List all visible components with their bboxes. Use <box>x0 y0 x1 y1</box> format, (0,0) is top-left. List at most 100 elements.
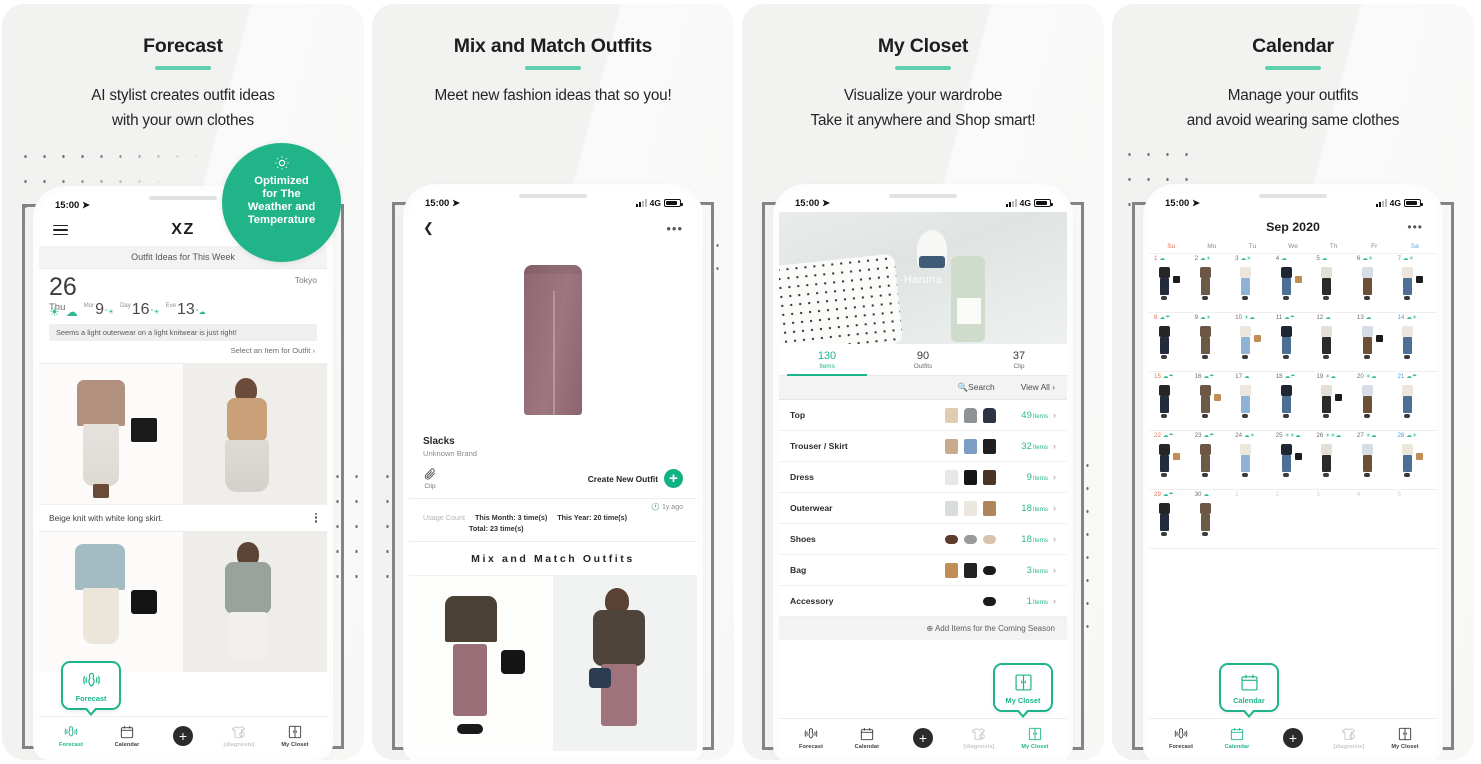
tab-diagnosis[interactable]: [diagnosis] <box>213 724 265 748</box>
calendar-day-cell[interactable]: 5 ☁ <box>1313 255 1354 262</box>
calendar-day-cell[interactable]: 18 ☁☂ <box>1273 373 1314 380</box>
select-item-link[interactable]: Select an Item for Outfit › <box>49 341 317 361</box>
calendar-day-cell[interactable]: 25 ☀☀☁ <box>1273 432 1314 439</box>
tab-diagnosis[interactable]: [diagnosis] <box>953 726 1005 750</box>
calendar-day-cell[interactable]: 7 ☁☀ <box>1394 255 1435 262</box>
calendar-day-cell[interactable]: 2 ☁☀ <box>1192 255 1233 262</box>
calendar-day-cell[interactable]: 4 ☁ <box>1273 255 1314 262</box>
calendar-outfit-cell[interactable] <box>1232 382 1273 427</box>
calendar-day-cell[interactable]: 4 <box>1354 491 1395 498</box>
calendar-outfit-cell[interactable] <box>1354 323 1395 368</box>
calendar-day-cell[interactable]: 1 ☁ <box>1151 255 1192 262</box>
calendar-day-cell[interactable]: 30 ☁ <box>1192 491 1233 498</box>
calendar-outfit-cell[interactable] <box>1192 441 1233 486</box>
mix-match-card[interactable] <box>409 575 697 751</box>
chevron-left-icon[interactable]: ❮ <box>423 220 434 236</box>
hamburger-icon[interactable] <box>53 224 68 236</box>
category-row-top[interactable]: Top 49Items › <box>779 400 1067 431</box>
tab-my-closet[interactable]: My Closet <box>269 724 321 748</box>
more-horizontal-icon[interactable]: ••• <box>666 221 683 236</box>
plus-icon[interactable]: + <box>1283 727 1303 748</box>
tab-calendar[interactable]: Calendar <box>841 726 893 750</box>
calendar-day-cell[interactable]: 10 ☀☁ <box>1232 314 1273 321</box>
category-row-outerwear[interactable]: Outerwear 18Items › <box>779 493 1067 524</box>
calendar-outfit-cell[interactable] <box>1354 382 1395 427</box>
add-items-button[interactable]: ⊕ Add Items for the Coming Season <box>779 617 1067 640</box>
tab-add[interactable]: + <box>157 725 209 746</box>
calendar-day-cell[interactable]: 3 <box>1313 491 1354 498</box>
calendar-outfit-cell[interactable] <box>1192 382 1233 427</box>
category-row-shoes[interactable]: Shoes 18Items › <box>779 524 1067 555</box>
more-horizontal-icon[interactable]: ••• <box>1407 220 1423 234</box>
calendar-day-cell[interactable]: 5 <box>1394 491 1435 498</box>
calendar-day-cell[interactable]: 28 ☁☀ <box>1394 432 1435 439</box>
calendar-day-cell[interactable]: 2 <box>1273 491 1314 498</box>
calendar-day-cell[interactable]: 29 ☁☂ <box>1151 491 1192 498</box>
calendar-day-cell[interactable]: 6 ☁☀ <box>1354 255 1395 262</box>
tab-forecast[interactable]: Forecast <box>45 724 97 748</box>
plus-icon[interactable]: + <box>173 725 193 746</box>
calendar-outfit-cell[interactable] <box>1354 441 1395 486</box>
calendar-day-cell[interactable]: 14 ☁☀ <box>1394 314 1435 321</box>
calendar-day-cell[interactable]: 17 ☁ <box>1232 373 1273 380</box>
calendar-day-cell[interactable]: 19 ☀☁ <box>1313 373 1354 380</box>
tab-add[interactable]: + <box>897 727 949 748</box>
outfit-card-2[interactable] <box>39 530 327 672</box>
calendar-outfit-cell[interactable] <box>1151 441 1192 486</box>
category-row-dress[interactable]: Dress 9Items › <box>779 462 1067 493</box>
calendar-day-cell[interactable]: 20 ☀☁ <box>1354 373 1395 380</box>
calendar-outfit-cell[interactable] <box>1192 500 1233 545</box>
calendar-day-cell[interactable]: 8 ☁☂ <box>1151 314 1192 321</box>
calendar-outfit-cell[interactable] <box>1394 264 1435 309</box>
calendar-outfit-cell[interactable] <box>1354 264 1395 309</box>
tab-calendar[interactable]: Calendar <box>101 724 153 748</box>
create-new-outfit-button[interactable]: Create New Outfit + <box>588 469 683 488</box>
calendar-day-cell[interactable]: 26 ☀☀☁ <box>1313 432 1354 439</box>
calendar-day-cell[interactable]: 27 ☀☁ <box>1354 432 1395 439</box>
plus-icon[interactable]: + <box>913 727 933 748</box>
calendar-outfit-cell[interactable] <box>1151 264 1192 309</box>
stat-clip[interactable]: 37 Clip <box>971 344 1067 375</box>
calendar-outfit-cell[interactable] <box>1273 382 1314 427</box>
outfit-card-1[interactable] <box>39 362 327 504</box>
calendar-outfit-cell[interactable] <box>1151 500 1192 545</box>
clip-button[interactable]: Clip <box>423 467 437 490</box>
calendar-outfit-cell[interactable] <box>1192 264 1233 309</box>
calendar-outfit-cell[interactable] <box>1313 382 1354 427</box>
calendar-day-cell[interactable]: 24 ☁☀ <box>1232 432 1273 439</box>
calendar-outfit-cell[interactable] <box>1273 323 1314 368</box>
tab-calendar[interactable]: Calendar <box>1211 726 1263 750</box>
calendar-outfit-cell[interactable] <box>1273 500 1314 545</box>
category-row-trouser-skirt[interactable]: Trouser / Skirt 32Items › <box>779 431 1067 462</box>
calendar-day-cell[interactable]: 16 ☁☂ <box>1192 373 1233 380</box>
calendar-day-cell[interactable]: 12 ☁ <box>1313 314 1354 321</box>
calendar-outfit-cell[interactable] <box>1232 441 1273 486</box>
calendar-outfit-cell[interactable] <box>1313 323 1354 368</box>
calendar-outfit-cell[interactable] <box>1232 323 1273 368</box>
calendar-outfit-cell[interactable] <box>1394 382 1435 427</box>
calendar-outfit-cell[interactable] <box>1313 441 1354 486</box>
stat-items[interactable]: 130 Items <box>779 344 875 376</box>
tab-forecast[interactable]: Forecast <box>1155 726 1207 750</box>
tab-my-closet[interactable]: My Closet <box>1009 726 1061 750</box>
calendar-day-cell[interactable]: 13 ☁ <box>1354 314 1395 321</box>
search-button[interactable]: 🔍Search <box>958 382 995 393</box>
calendar-outfit-cell[interactable] <box>1273 441 1314 486</box>
calendar-outfit-cell[interactable] <box>1394 323 1435 368</box>
calendar-outfit-cell[interactable] <box>1394 500 1435 545</box>
calendar-outfit-cell[interactable] <box>1313 264 1354 309</box>
calendar-day-cell[interactable]: 1 <box>1232 491 1273 498</box>
calendar-outfit-cell[interactable] <box>1192 323 1233 368</box>
tab-add[interactable]: + <box>1267 727 1319 748</box>
calendar-outfit-cell[interactable] <box>1354 500 1395 545</box>
stat-outfits[interactable]: 90 Outfits <box>875 344 971 375</box>
calendar-day-cell[interactable]: 3 ☁☀ <box>1232 255 1273 262</box>
calendar-outfit-cell[interactable] <box>1232 264 1273 309</box>
calendar-day-cell[interactable]: 21 ☁☂ <box>1394 373 1435 380</box>
tab-forecast[interactable]: Forecast <box>785 726 837 750</box>
calendar-day-cell[interactable]: 22 ☁☂ <box>1151 432 1192 439</box>
calendar-outfit-cell[interactable] <box>1394 441 1435 486</box>
calendar-outfit-cell[interactable] <box>1273 264 1314 309</box>
tab-my-closet[interactable]: My Closet <box>1379 726 1431 750</box>
calendar-day-cell[interactable]: 9 ☁☀ <box>1192 314 1233 321</box>
